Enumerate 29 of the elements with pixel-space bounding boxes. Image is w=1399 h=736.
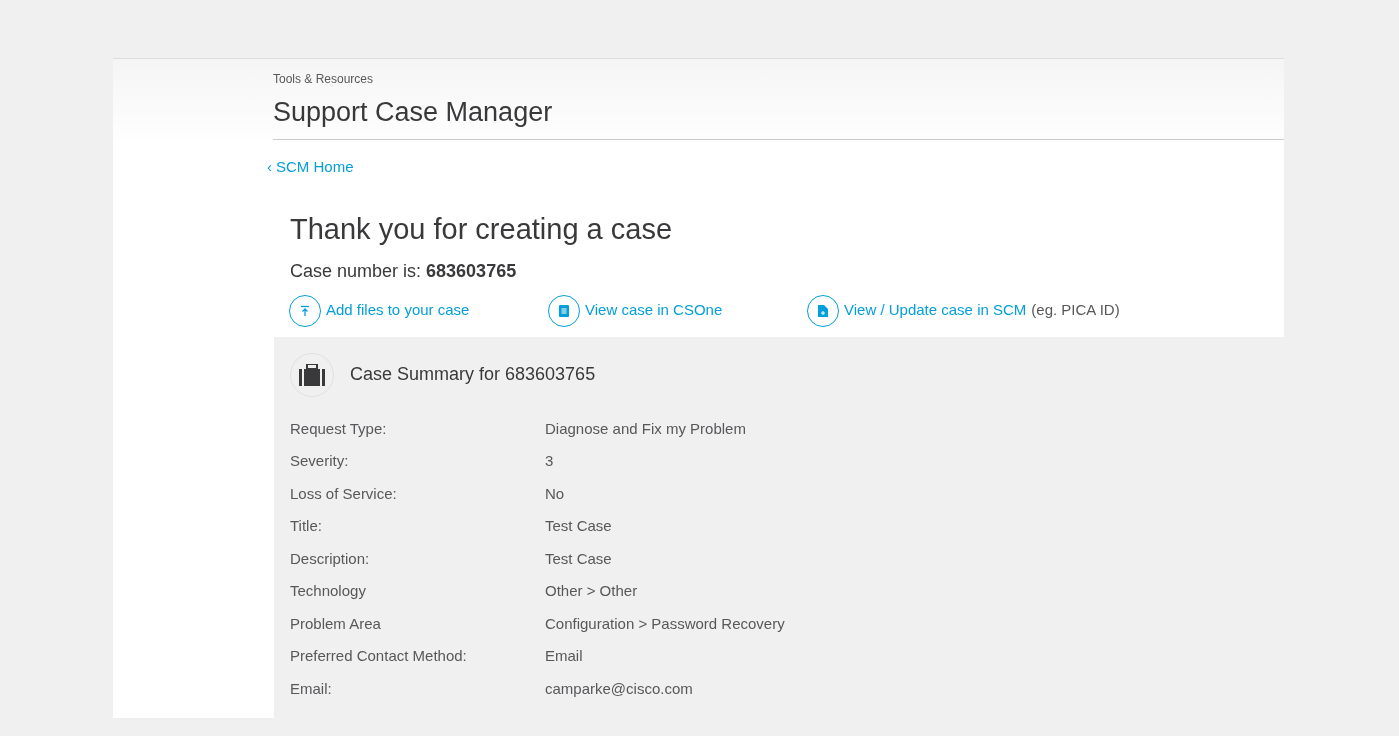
field-value: Configuration > Password Recovery xyxy=(545,613,785,634)
field-value: Email xyxy=(545,646,583,666)
action-link[interactable]: Add files to your case xyxy=(289,294,470,327)
section-label: Tools & Resources xyxy=(273,71,375,88)
field-value: No xyxy=(545,483,565,504)
field-label: Request Type: xyxy=(290,418,388,439)
field-label: Problem Area xyxy=(290,613,382,634)
chevron-icon: ‹ xyxy=(267,155,272,178)
field-label: Description: xyxy=(290,548,371,569)
field-value: Diagnose and Fix my Problem xyxy=(545,418,746,439)
field-value: Test Case xyxy=(545,516,612,536)
summary-title: Case Summary for 683603765 xyxy=(350,363,596,386)
field-label: Preferred Contact Method: xyxy=(290,646,468,666)
field-label: Title: xyxy=(290,516,323,536)
field-label: Severity: xyxy=(290,451,350,471)
case-number-text: Case number is: 683603765 xyxy=(290,259,518,283)
field-value: Test Case xyxy=(545,548,612,569)
link-note: (eg. PICA ID) xyxy=(1031,300,1120,321)
action-link[interactable]: View case in CSOne xyxy=(548,294,723,327)
field-value: 3 xyxy=(545,451,554,471)
field-label: Email: xyxy=(290,678,333,699)
field-value: Other > Other xyxy=(545,581,638,601)
action-link[interactable]: View / Update case in SCM xyxy=(807,294,1027,327)
confirmation-heading: Thank you for creating a case xyxy=(290,212,674,247)
page-title: Support Case Manager xyxy=(273,88,1284,140)
scm-home-link[interactable]: ‹ SCM Home xyxy=(267,155,1284,178)
field-label: Loss of Service: xyxy=(290,483,398,504)
field-label: Technology xyxy=(290,581,367,601)
field-value: camparke@cisco.com xyxy=(545,678,693,699)
